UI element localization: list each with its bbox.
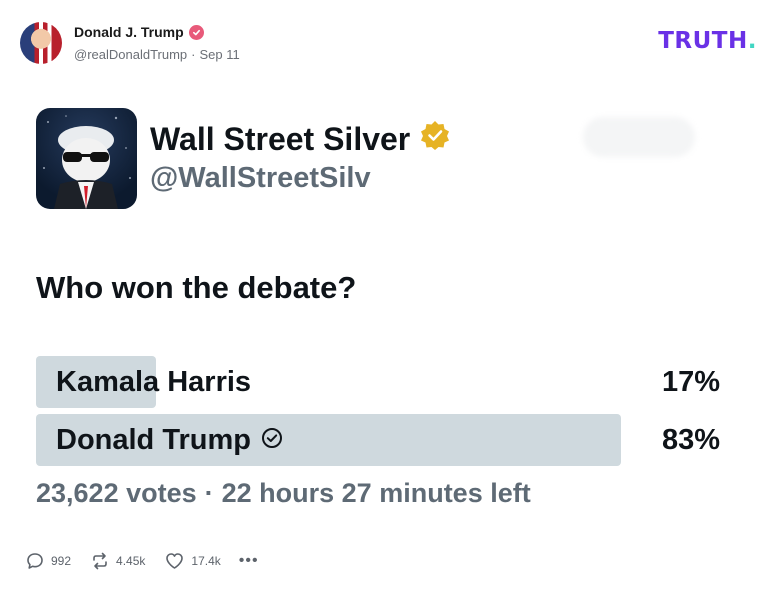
- reply-icon: [26, 552, 44, 570]
- like-count: 17.4k: [191, 554, 221, 568]
- poll-question: Who won the debate?: [36, 270, 357, 305]
- poll-option-harris: Kamala Harris 17%: [36, 356, 720, 408]
- embed-avatar: [36, 108, 137, 209]
- poll-option-percent: 83%: [661, 423, 720, 456]
- author-handle[interactable]: @realDonaldTrump: [74, 47, 187, 62]
- retruth-button[interactable]: 4.45k: [91, 552, 145, 570]
- embed-account-name: Wall Street Silver: [150, 120, 411, 157]
- author-name[interactable]: Donald J. Trump: [74, 24, 184, 40]
- poll-meta: 23,622 votes · 22 hours 27 minutes left: [36, 478, 531, 509]
- poll-option-trump: Donald Trump 83%: [36, 414, 720, 466]
- poll-time-left: 22 hours 27 minutes left: [221, 478, 531, 508]
- post-date[interactable]: Sep 11: [200, 47, 240, 62]
- post-meta: @realDonaldTrump · Sep 11: [74, 47, 240, 62]
- like-button[interactable]: 17.4k: [165, 552, 221, 570]
- poll-votes: 23,622 votes: [36, 478, 197, 508]
- retruth-icon: [91, 552, 109, 570]
- embed-name-row: Wall Street Silver: [150, 120, 450, 158]
- heart-icon: [165, 552, 184, 570]
- embed-handle: @WallStreetSilv: [150, 162, 371, 194]
- poll-meta-separator: ·: [204, 478, 214, 508]
- retruth-count: 4.45k: [116, 554, 146, 568]
- gold-verified-badge-icon: [420, 120, 450, 158]
- poll-option-label: Kamala Harris: [56, 365, 252, 398]
- check-circle-icon: [261, 424, 283, 457]
- more-icon[interactable]: •••: [239, 552, 259, 570]
- poll-option-label: Donald Trump: [56, 423, 251, 456]
- meta-separator: ·: [191, 47, 196, 62]
- reply-count: 992: [51, 554, 72, 568]
- blurred-follow-button: [583, 117, 695, 157]
- reply-button[interactable]: 992: [26, 552, 71, 570]
- embedded-image[interactable]: Wall Street Silver @WallStreetSilv Who w…: [20, 90, 757, 530]
- truth-logo: TRUTH.: [658, 28, 757, 54]
- action-bar: 992 4.45k 17.4k •••: [26, 552, 259, 570]
- author-avatar[interactable]: [20, 22, 62, 64]
- verified-badge-icon: [188, 24, 204, 40]
- poll-option-percent: 17%: [661, 365, 720, 398]
- author-row: Donald J. Trump: [74, 24, 204, 40]
